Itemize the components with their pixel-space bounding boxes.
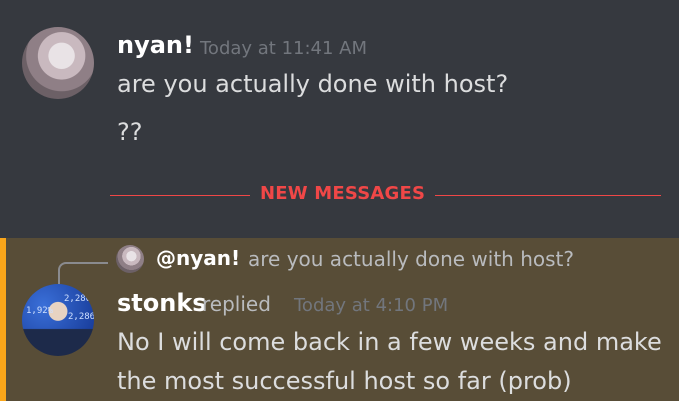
message-nyan: nyan! Today at 11:41 AM are you actually… bbox=[0, 0, 679, 170]
reply-preview-text[interactable]: are you actually done with host? bbox=[248, 247, 574, 271]
message-line: No I will come back in a few weeks and m… bbox=[117, 328, 662, 356]
message-timestamp[interactable]: Today at 4:10 PM bbox=[294, 295, 448, 316]
author-name[interactable]: nyan! bbox=[117, 31, 194, 59]
reply-mention[interactable]: @nyan! bbox=[156, 246, 240, 270]
avatar-nyan[interactable] bbox=[22, 27, 94, 99]
message-line: are you actually done with host? bbox=[117, 70, 509, 98]
avatar-overlay-text: 1,92% bbox=[26, 306, 54, 316]
replied-label: replied bbox=[202, 292, 271, 316]
reply-avatar[interactable] bbox=[116, 245, 144, 273]
message-line: the most successful host so far (prob) bbox=[117, 367, 572, 395]
message-line: ?? bbox=[117, 118, 143, 146]
new-messages-label: NEW MESSAGES bbox=[250, 183, 436, 204]
avatar-stonks[interactable]: 2,286 2,286 1,92% bbox=[22, 284, 94, 356]
message-timestamp[interactable]: Today at 11:41 AM bbox=[200, 38, 367, 59]
avatar-overlay-text: 2,286 bbox=[64, 294, 92, 304]
author-name[interactable]: stonks bbox=[117, 289, 207, 317]
mention-accent-bar bbox=[0, 238, 6, 401]
reply-connector bbox=[58, 262, 108, 286]
avatar-overlay-text: 2,286 bbox=[68, 312, 94, 322]
